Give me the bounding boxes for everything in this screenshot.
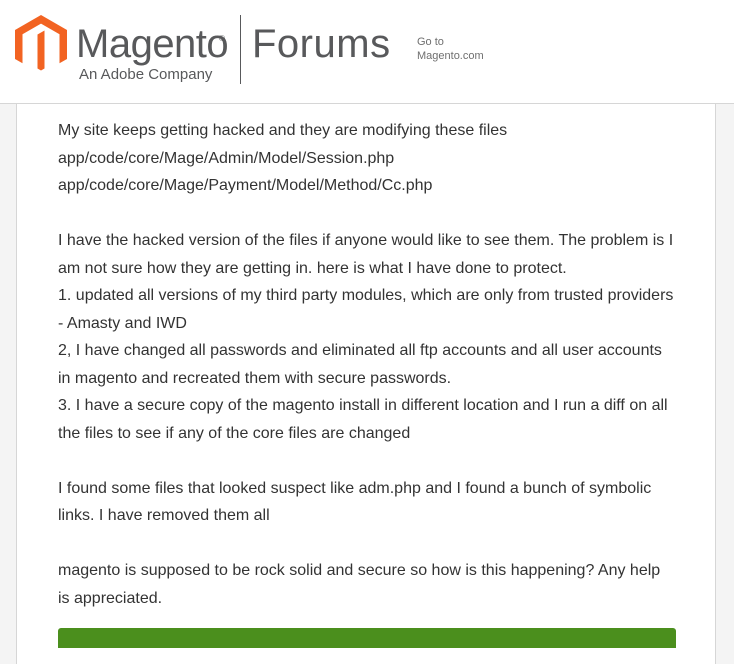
post-line: is appreciated. [58, 589, 163, 607]
post-line: magento is supposed to be rock solid and… [58, 562, 661, 579]
post-line: - Amasty and IWD [58, 314, 187, 332]
post-line: am not sure how they are getting in. her… [58, 259, 567, 277]
magento-logo-icon[interactable] [15, 15, 67, 73]
post-line: 1. updated all versions of my third part… [58, 287, 674, 304]
site-header: Magento ® An Adobe Company Forums Go to … [0, 0, 734, 104]
goto-link-line2: Magento.com [417, 50, 484, 62]
post-line: the files to see if any of the core file… [58, 424, 411, 442]
post-line: in magento and recreated them with secur… [58, 369, 452, 387]
goto-magento-link[interactable]: Go to Magento.com [417, 35, 484, 63]
post-card: My site keeps getting hacked and they ar… [16, 104, 716, 664]
goto-link-line1: Go to [417, 36, 444, 48]
post-body: My site keeps getting hacked and they ar… [58, 117, 678, 612]
post-action-bar[interactable] [58, 628, 676, 648]
post-line: app/code/core/Mage/Admin/Model/Session.p… [58, 149, 395, 167]
brand-name[interactable]: Magento [76, 20, 229, 68]
post-line: My site keeps getting hacked and they ar… [58, 122, 508, 139]
header-divider [240, 15, 241, 84]
post-line: 3. I have a secure copy of the magento i… [58, 397, 668, 414]
registered-mark: ® [219, 34, 225, 43]
forums-title[interactable]: Forums [252, 20, 391, 68]
post-line: 2, I have changed all passwords and elim… [58, 342, 662, 359]
brand-subtitle: An Adobe Company [79, 66, 213, 83]
post-line: I have the hacked version of the files i… [58, 232, 674, 249]
post-line: links. I have removed them all [58, 507, 270, 524]
post-line: I found some files that looked suspect l… [58, 479, 652, 497]
post-line: app/code/core/Mage/Payment/Model/Method/… [58, 177, 433, 194]
